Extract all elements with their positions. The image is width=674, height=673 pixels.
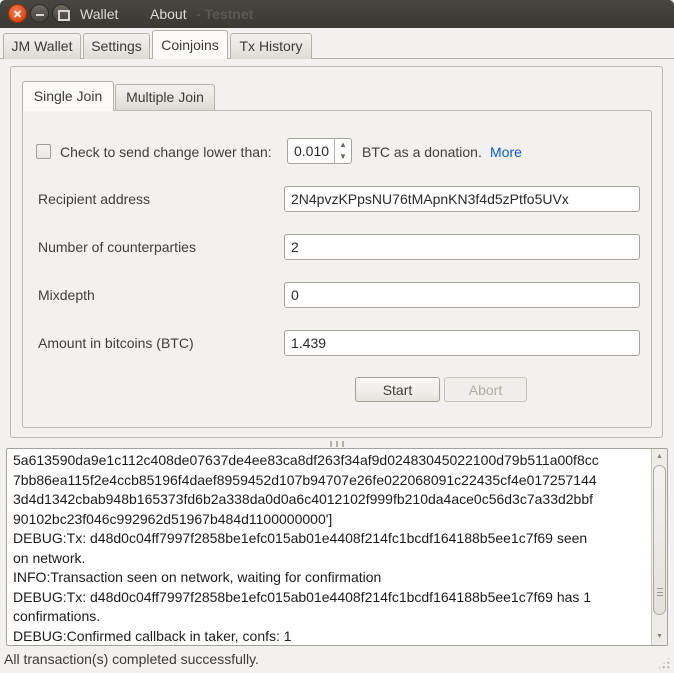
log-line: 90102bc23f046c992962d51967b484d110000000… [13,510,649,530]
scroll-down-icon[interactable]: ▼ [652,630,667,644]
spinbox-buttons: ▲ ▼ [334,139,351,163]
log-line: DEBUG:Tx: d48d0c04ff7997f2858be1efc015ab… [13,529,649,549]
tab-settings[interactable]: Settings [83,33,150,59]
tab-single-join[interactable]: Single Join [22,81,114,111]
log-line: INFO:Transaction seen on network, waitin… [13,568,649,588]
log-line: DEBUG:Confirmed callback in taker, confs… [13,627,649,646]
tab-tx-history[interactable]: Tx History [230,33,312,59]
recipient-address-label: Recipient address [38,186,150,212]
titlebar: Wallet About - Testnet [0,0,674,28]
amount-btc-label: Amount in bitcoins (BTC) [38,330,194,356]
donation-suffix-label: BTC as a donation. [362,141,482,163]
counterparties-input[interactable] [284,234,640,260]
counterparties-label: Number of counterparties [38,234,196,260]
scrollbar-grip [657,588,663,596]
mixdepth-label: Mixdepth [38,282,95,308]
abort-button: Abort [444,377,527,402]
log-scrollbar[interactable]: ▲ ▼ [651,449,667,645]
spin-up-icon[interactable]: ▲ [335,139,351,151]
start-button[interactable]: Start [355,377,440,402]
tab-coinjoins[interactable]: Coinjoins [152,30,228,59]
log-line: confirmations. [13,607,649,627]
scroll-up-icon[interactable]: ▲ [652,450,667,464]
log-line: 3d4d1342cbab948b165373fd6b2a338da0d0a6c4… [13,490,649,510]
status-bar: All transaction(s) completed successfull… [0,648,674,673]
scrollbar-thumb[interactable] [653,465,666,615]
more-link[interactable]: More [490,141,522,163]
amount-btc-input[interactable] [284,330,640,356]
tab-jm-wallet[interactable]: JM Wallet [3,33,81,59]
log-content: 5a613590da9e1c112c408de07637de4ee83ca8df… [7,449,651,645]
menu-about[interactable]: About [150,0,187,28]
donation-checkbox-label: Check to send change lower than: [60,141,272,163]
log-area[interactable]: 5a613590da9e1c112c408de07637de4ee83ca8df… [6,448,668,646]
recipient-address-input[interactable] [284,186,640,212]
menu-wallet[interactable]: Wallet [80,0,118,28]
minimize-icon[interactable] [30,4,49,23]
spin-down-icon[interactable]: ▼ [335,151,351,163]
donation-checkbox[interactable] [36,144,51,159]
status-message: All transaction(s) completed successfull… [4,648,259,673]
resize-grip[interactable] [657,656,671,670]
log-line: 7bb86ea115f2e4ccb85196f4daef8959452d107b… [13,471,649,491]
donation-amount-input[interactable] [288,139,334,163]
maximize-icon[interactable] [52,4,71,23]
log-line: on network. [13,549,649,569]
splitter-handle[interactable] [328,441,346,447]
window-title: - Testnet [196,0,253,28]
donation-amount-spinbox[interactable]: ▲ ▼ [287,138,352,164]
log-line: DEBUG:Tx: d48d0c04ff7997f2858be1efc015ab… [13,588,649,608]
close-icon[interactable] [8,4,27,23]
log-line: 5a613590da9e1c112c408de07637de4ee83ca8df… [13,451,649,471]
mixdepth-input[interactable] [284,282,640,308]
tab-multiple-join[interactable]: Multiple Join [115,84,215,110]
